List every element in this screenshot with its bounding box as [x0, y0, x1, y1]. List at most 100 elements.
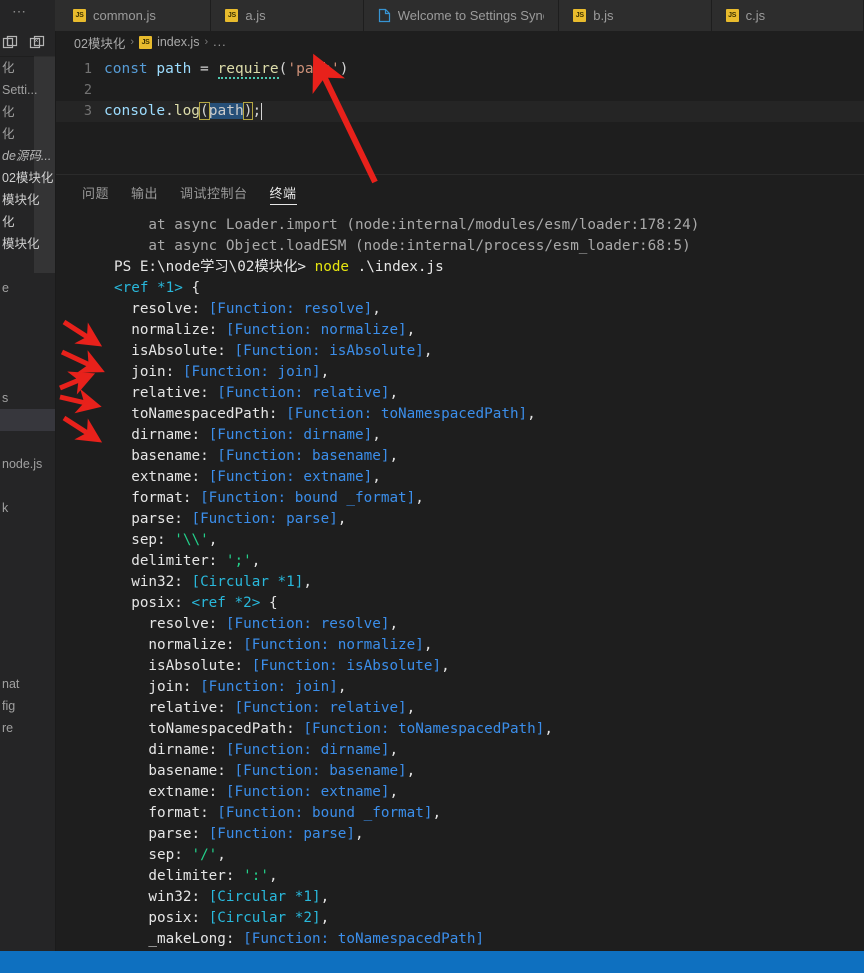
terminal-text: [Function: dirname]	[225, 742, 390, 758]
js-file-icon: JS	[573, 9, 587, 22]
text-caret	[261, 102, 263, 120]
top-row: ⋯ JS common.js JS a.js Welcome to Settings S…	[0, 0, 864, 31]
token-require: require	[217, 61, 279, 79]
panel-tab-终端[interactable]: 终端	[269, 175, 297, 209]
terminal-text: ,	[320, 910, 330, 926]
panel-tab-输出[interactable]: 输出	[131, 175, 158, 209]
left-panel-item[interactable]: 化	[0, 101, 55, 123]
terminal-text: {	[260, 595, 278, 611]
left-panel-item[interactable]: re	[0, 717, 55, 739]
terminal-text: [Function: join]	[200, 679, 338, 695]
left-panel-item[interactable]: 模块化	[0, 189, 55, 211]
token-equals: =	[191, 61, 218, 77]
terminal-text: ,	[389, 448, 399, 464]
terminal-text: [Function: bound _format]	[217, 805, 433, 821]
terminal-text: ,	[406, 763, 416, 779]
editor-tab-c-js[interactable]: JS c.js	[711, 0, 864, 31]
editor-action-icons: ×	[0, 31, 55, 57]
left-panel-item[interactable]: k	[0, 497, 55, 519]
terminal-text: node	[314, 259, 350, 275]
ellipsis-icon[interactable]: ⋯	[12, 4, 28, 18]
terminal-line: isAbsolute: [Function: isAbsolute],	[56, 656, 864, 677]
token-dot: .	[165, 103, 174, 119]
left-panel-item[interactable]: 化	[0, 211, 55, 233]
code-line-2: 2	[56, 80, 864, 101]
terminal-line: basename: [Function: basename],	[56, 446, 864, 467]
left-panel-item[interactable]: 模块化	[0, 233, 55, 255]
terminal-text: [Function: dirname]	[208, 427, 373, 443]
left-panel-item[interactable]: 02模块化	[0, 167, 55, 189]
left-panel-item[interactable]: 化	[0, 123, 55, 145]
editor-tab-welcome-to-settings-sync[interactable]: Welcome to Settings Sync	[363, 0, 560, 31]
terminal-text: ,	[415, 490, 424, 506]
terminal-text: ,	[389, 742, 399, 758]
terminal-line: toNamespacedPath: [Function: toNamespace…	[56, 404, 864, 425]
terminal-text: normalize:	[114, 637, 244, 653]
left-panel-spacer	[0, 607, 55, 629]
code-line-3-text: console.log(path);	[104, 101, 263, 122]
left-panel-spacer	[0, 365, 55, 387]
terminal-text: posix:	[114, 910, 209, 926]
editor-tab-common-js[interactable]: JS common.js	[55, 0, 212, 31]
terminal-text: '/'	[191, 847, 218, 863]
terminal-line: PS E:\node学习\02模块化> node .\index.js	[56, 257, 864, 278]
left-panel-item[interactable]: Setti...	[0, 79, 55, 101]
left-panel-item[interactable]: e	[0, 277, 55, 299]
chevron-right-icon: ›	[130, 36, 135, 48]
left-panel-item[interactable]: node.js	[0, 453, 55, 475]
left-panel-item[interactable]: s	[0, 387, 55, 409]
terminal-text: [Function: toNamespacedPath]	[286, 406, 528, 422]
terminal-output[interactable]: at async Loader.import (node:internal/mo…	[56, 209, 864, 951]
editor-tab-label: a.js	[245, 8, 266, 23]
breadcrumb-folder[interactable]: 02模块化	[74, 33, 125, 52]
terminal-text: [Function: toNamespacedPath]	[303, 721, 545, 737]
terminal-line: basename: [Function: basename],	[56, 761, 864, 782]
terminal-text: [Function: resolve]	[208, 301, 373, 317]
terminal-text: [Function: basename]	[234, 763, 407, 779]
left-panel-item[interactable]: nat	[0, 673, 55, 695]
terminal-text: [Function: basename]	[217, 448, 390, 464]
line-number-1: 1	[83, 61, 92, 77]
left-panel-item[interactable]: fig	[0, 695, 55, 717]
terminal-line: join: [Function: join],	[56, 677, 864, 698]
token-console: console	[104, 103, 166, 119]
terminal-text: <ref *1>	[114, 280, 183, 296]
terminal-text: [Function: isAbsolute]	[251, 658, 442, 674]
terminal-text: posix:	[114, 595, 192, 611]
terminal-text: relative:	[114, 700, 235, 716]
terminal-line: at async Object.loadESM (node:internal/p…	[56, 236, 864, 257]
terminal-text: ,	[268, 868, 278, 884]
editor-tab-label: c.js	[745, 8, 766, 23]
terminal-text: ,	[337, 511, 347, 527]
terminal-text: [Function: resolve]	[225, 616, 390, 632]
terminal-text: win32:	[114, 574, 192, 590]
panel-tab-调试控制台[interactable]: 调试控制台	[180, 175, 248, 209]
breadcrumb-more[interactable]: ...	[213, 35, 226, 49]
code-editor[interactable]: 1 const path = require('path') 2 3 conso…	[56, 53, 864, 174]
terminal-text: [Function: parse]	[208, 826, 356, 842]
terminal-text: ,	[372, 427, 381, 443]
left-panel-spacer	[0, 585, 55, 607]
left-panel-spacer	[0, 255, 55, 277]
status-bar[interactable]	[0, 951, 864, 973]
editor-column: 02模块化 › JS index.js › ... 1 const path =…	[56, 31, 864, 951]
left-panel-spacer	[0, 629, 55, 651]
split-editor-icon[interactable]	[2, 35, 19, 52]
js-file-icon: JS	[225, 9, 239, 22]
left-panel-spacer	[0, 519, 55, 541]
terminal-text: toNamespacedPath:	[114, 406, 287, 422]
terminal-line: delimiter: ';',	[56, 551, 864, 572]
panel-tab-问题[interactable]: 问题	[82, 175, 109, 209]
left-panel-item[interactable]	[0, 409, 55, 431]
terminal-line: sep: '\\',	[56, 530, 864, 551]
left-panel-item[interactable]: 化	[0, 57, 55, 79]
terminal-text: [Function: relative]	[234, 700, 407, 716]
left-panel-item[interactable]: de源码...	[0, 145, 55, 167]
editor-tab-a-js[interactable]: JS a.js	[211, 0, 364, 31]
terminal-line: normalize: [Function: normalize],	[56, 635, 864, 656]
breadcrumb-file[interactable]: index.js	[157, 35, 199, 49]
terminal-text: ':'	[243, 868, 269, 884]
editor-tab-b-js[interactable]: JS b.js	[559, 0, 712, 31]
close-all-editors-icon[interactable]: ×	[29, 35, 46, 52]
terminal-line: parse: [Function: parse],	[56, 824, 864, 845]
